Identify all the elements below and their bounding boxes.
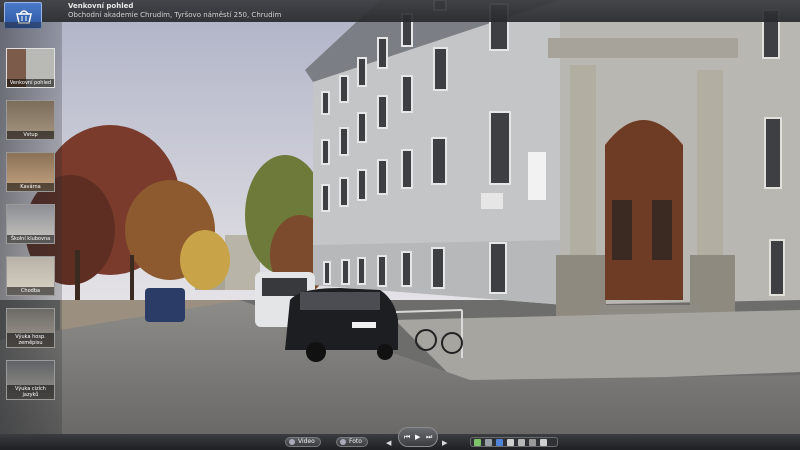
place-title: Venkovní pohled bbox=[68, 2, 134, 10]
sidebar-item-skolni-klubovna[interactable]: Školní klubovna bbox=[6, 204, 55, 244]
sidebar-item-vyuka-cizich-jazyku[interactable]: Výuka cizích jazyků bbox=[6, 360, 55, 400]
sidebar-item-chodba[interactable]: Chodba bbox=[6, 256, 55, 296]
previous-scene-button[interactable]: ◀ bbox=[386, 439, 391, 447]
fullscreen-icon[interactable] bbox=[540, 439, 547, 446]
info-icon[interactable] bbox=[496, 439, 503, 446]
sound-icon[interactable] bbox=[518, 439, 525, 446]
video-button[interactable]: Video bbox=[285, 437, 321, 447]
grid-icon[interactable] bbox=[485, 439, 492, 446]
play-icon[interactable]: ▶ bbox=[415, 433, 420, 441]
sidebar-item-venkovni-pohled[interactable]: Venkovní pohled bbox=[6, 48, 55, 88]
sidebar-item-label: Výuka cizích jazyků bbox=[7, 385, 54, 399]
foto-button[interactable]: Foto bbox=[336, 437, 368, 447]
sidebar-item-label: Kavárna bbox=[7, 183, 54, 191]
sidebar-item-label: Školní klubovna bbox=[7, 235, 54, 243]
sidebar-item-kavarna[interactable]: Kavárna bbox=[6, 152, 55, 192]
next-scene-button[interactable]: ▶ bbox=[442, 439, 447, 447]
sidebar-item-label: Výuka hosp. zeměpisu bbox=[7, 333, 54, 347]
forward-icon[interactable]: ⏭ bbox=[426, 433, 432, 442]
sidebar-item-label: Vstup bbox=[7, 131, 54, 139]
panorama-image bbox=[0, 0, 800, 434]
playback-controls: ⏮ ▶ ⏭ bbox=[398, 427, 438, 447]
sidebar-item-label: Venkovní pohled bbox=[7, 79, 54, 87]
place-address: Obchodní akademie Chrudim, Tyršovo náměs… bbox=[68, 11, 282, 19]
sidebar-item-vstup[interactable]: Vstup bbox=[6, 100, 55, 140]
foto-label: Foto bbox=[349, 438, 362, 445]
camera-icon bbox=[340, 439, 346, 445]
zoom-icon[interactable] bbox=[507, 439, 514, 446]
scene-sidebar: Venkovní pohled Vstup Kavárna Školní klu… bbox=[0, 22, 62, 434]
video-label: Video bbox=[298, 438, 315, 445]
sidebar-item-label: Chodba bbox=[7, 287, 54, 295]
rewind-icon[interactable]: ⏮ bbox=[404, 433, 410, 442]
view-tools bbox=[470, 437, 558, 447]
video-icon bbox=[289, 439, 295, 445]
panorama-view[interactable] bbox=[0, 0, 800, 450]
settings-icon[interactable] bbox=[529, 439, 536, 446]
sidebar-item-vyuka-hosp-zemepisu[interactable]: Výuka hosp. zeměpisu bbox=[6, 308, 55, 348]
map-icon[interactable] bbox=[474, 439, 481, 446]
